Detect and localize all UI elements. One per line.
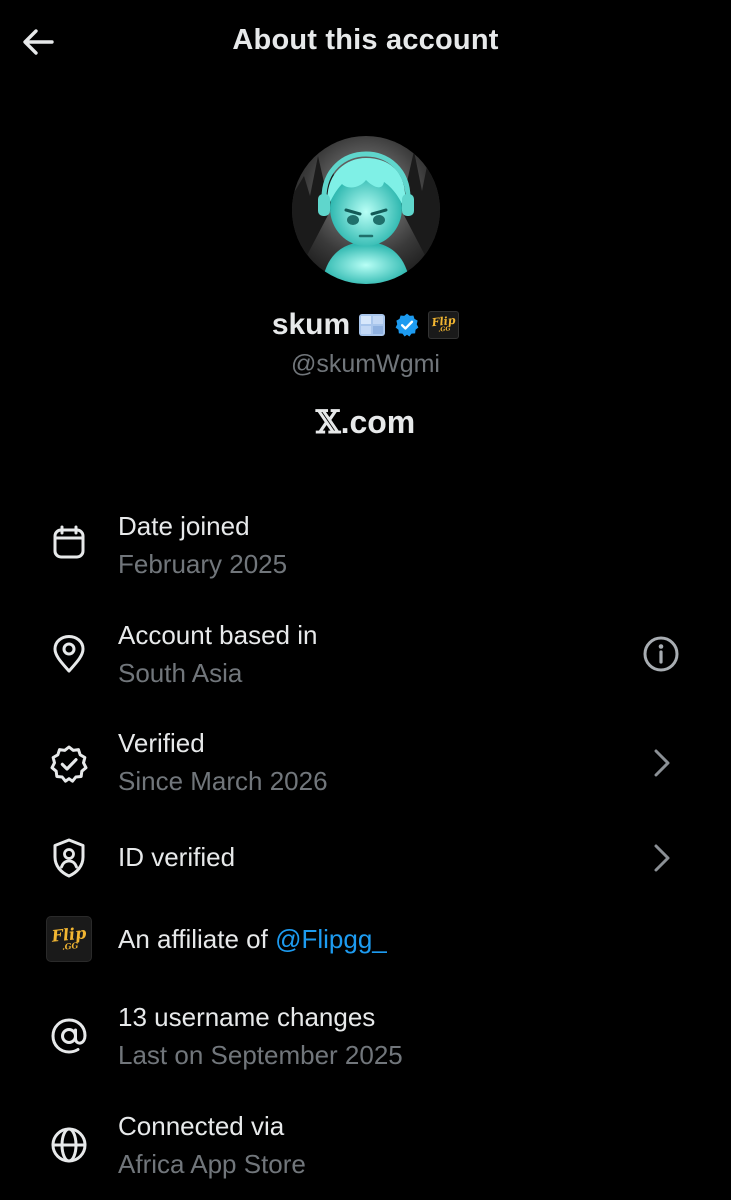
calendar-icon <box>46 520 92 566</box>
x-logo: 𝕏 <box>315 403 341 441</box>
info-icon <box>643 636 679 672</box>
row-title: An affiliate of @Flipgg_ <box>118 924 387 954</box>
row-title: Date joined <box>118 511 250 541</box>
id-shield-icon <box>46 835 92 881</box>
display-name: skum <box>271 308 351 341</box>
row-title: Connected via <box>118 1111 285 1141</box>
site-domain: .com <box>340 404 416 440</box>
affiliate-row: Flip .GG An affiliate of @Flipgg_ <box>0 916 731 964</box>
row-subtitle: South Asia <box>118 658 243 688</box>
date-joined-row: Date joined February 2025 <box>0 507 731 587</box>
flip-gg-logo-icon: Flip .GG <box>46 916 92 962</box>
row-subtitle: Last on September 2025 <box>118 1040 403 1070</box>
avatar[interactable] <box>292 136 440 284</box>
verified-check-icon <box>46 741 92 787</box>
id-verified-chevron-button[interactable] <box>638 835 684 881</box>
affiliate-label: An affiliate of <box>118 924 276 954</box>
account-site: 𝕏.com <box>0 403 731 441</box>
verified-row[interactable]: Verified Since March 2026 <box>0 724 731 804</box>
info-button[interactable] <box>638 631 684 677</box>
flip-gg-affiliate-badge-icon[interactable]: Flip .GG <box>428 311 460 339</box>
row-title: ID verified <box>118 842 236 872</box>
account-based-in-row: Account based in South Asia <box>0 616 731 696</box>
ice-cube-emoji-icon <box>358 312 386 338</box>
display-name-row: skum Flip .GG <box>0 308 731 342</box>
row-subtitle: Africa App Store <box>118 1149 306 1179</box>
row-subtitle: February 2025 <box>118 549 288 579</box>
verified-badge-icon[interactable] <box>394 312 420 338</box>
chevron-right-icon <box>654 844 670 872</box>
at-sign-icon <box>46 1013 92 1059</box>
location-pin-icon <box>46 631 92 677</box>
connected-via-row: Connected via Africa App Store <box>0 1107 731 1187</box>
avatar-image <box>292 136 440 284</box>
globe-icon <box>46 1122 92 1168</box>
handle: @skumWgmi <box>291 350 440 378</box>
top-bar: About this account <box>0 0 731 86</box>
verified-chevron-button[interactable] <box>638 740 684 786</box>
row-title: Verified <box>118 728 205 758</box>
row-title: Account based in <box>118 620 318 650</box>
affiliate-link[interactable]: @Flipgg_ <box>275 924 387 954</box>
row-title: 13 username changes <box>118 1002 376 1032</box>
page-title: About this account <box>232 24 499 56</box>
username-changes-row: 13 username changes Last on September 20… <box>0 998 731 1078</box>
row-subtitle: Since March 2026 <box>118 766 328 796</box>
chevron-right-icon <box>654 749 670 777</box>
id-verified-row[interactable]: ID verified <box>0 834 731 882</box>
